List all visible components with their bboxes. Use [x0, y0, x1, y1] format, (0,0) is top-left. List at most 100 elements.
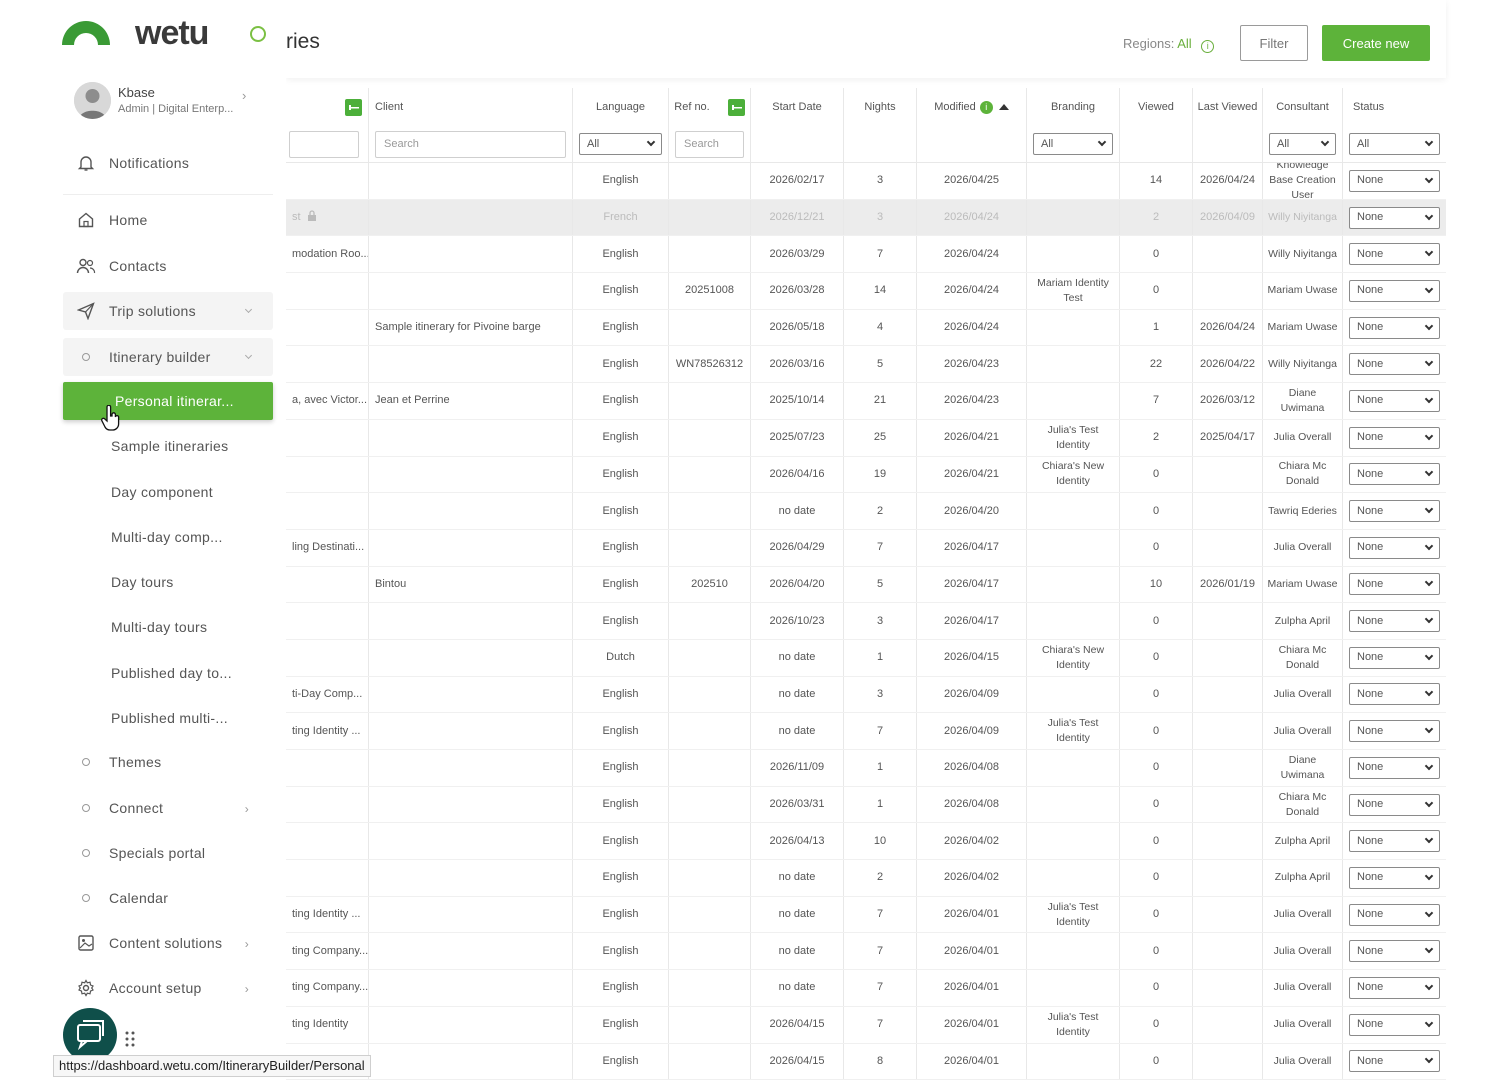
table-row[interactable]: ting Identity English 2026/04/15 7 2026/04/0…	[286, 1006, 1446, 1044]
table-row[interactable]: ting Company... English no date 7 2026/04/01…	[286, 933, 1446, 971]
status-select[interactable]: None	[1349, 426, 1440, 449]
table-row[interactable]: English 2026/02/17 3 2026/04/25 14 2026/04/24…	[286, 163, 1446, 200]
status-select[interactable]: None	[1349, 536, 1440, 559]
nav-personal-itineraries[interactable]: Personal itinerar...	[63, 382, 273, 420]
status-select[interactable]: None	[1349, 573, 1440, 596]
info-icon[interactable]: i	[1201, 40, 1215, 53]
drag-handle-icon[interactable]	[124, 1030, 136, 1048]
table-row[interactable]: ting Company... English no date 7 2026/04/01…	[286, 970, 1446, 1007]
cell-status[interactable]: None	[1342, 639, 1446, 676]
nav-content-solutions[interactable]: Content solutions ›	[63, 924, 273, 962]
cell-status[interactable]: None	[1342, 529, 1446, 566]
status-select[interactable]: None	[1349, 463, 1440, 486]
status-select[interactable]: None	[1349, 389, 1440, 412]
chat-icon[interactable]	[63, 1008, 117, 1062]
status-select[interactable]: None	[1349, 903, 1440, 926]
nav-notifications[interactable]: Notifications	[63, 144, 273, 182]
table-row[interactable]: modation Roo... English 2026/03/29 7 2026/04…	[286, 236, 1446, 274]
nav-home[interactable]: Home	[63, 201, 273, 239]
info-icon[interactable]: i	[979, 100, 993, 114]
status-select[interactable]: None	[1349, 866, 1440, 889]
table-row[interactable]: English 2026/04/15 8 2026/04/01 0 Julia Overa…	[286, 1043, 1446, 1080]
filter-button[interactable]: Filter	[1240, 25, 1308, 61]
status-select[interactable]: None	[1349, 646, 1440, 669]
table-row[interactable]: a, avec Victor... Jean et Perrine English 2…	[286, 383, 1446, 420]
cell-status[interactable]: None	[1342, 493, 1446, 529]
table-row[interactable]: English 2025/07/23 25 2026/04/21 Julia's Tes…	[286, 419, 1446, 457]
cell-status[interactable]: None	[1342, 456, 1446, 493]
table-row[interactable]: Sample itinerary for Pivoine barge Englis…	[286, 309, 1446, 347]
table-row[interactable]: Bintou English 202510 2026/04/20 5 2026/04/17…	[286, 566, 1446, 604]
cell-status[interactable]: None	[1342, 750, 1446, 786]
regions-value[interactable]: All	[1177, 36, 1191, 51]
table-row[interactable]: ti-Day Comp... English no date 3 2026/04/09 0…	[286, 676, 1446, 714]
table-row[interactable]: English 2026/10/23 3 2026/04/17 0 Zulpha Apri…	[286, 603, 1446, 640]
table-row[interactable]: English 20251008 2026/03/28 14 2026/04/24 Mar…	[286, 273, 1446, 310]
regions-selector[interactable]: Regions: All i	[1123, 36, 1215, 53]
cell-status[interactable]: None	[1342, 896, 1446, 933]
nav-multi-day-tours[interactable]: Multi-day tours	[63, 608, 273, 646]
nav-account-setup[interactable]: Account setup ›	[63, 969, 273, 1007]
user-profile[interactable]: Kbase Admin | Digital Enterp... ›	[74, 82, 274, 122]
status-select[interactable]: None	[1349, 756, 1440, 779]
table-row[interactable]: English 2026/04/13 10 2026/04/02 0 Zulpha Apr…	[286, 823, 1446, 861]
cell-status[interactable]: None	[1342, 236, 1446, 273]
cell-status[interactable]: None	[1342, 786, 1446, 823]
nav-themes[interactable]: Themes	[63, 743, 273, 781]
nav-published-multi-day[interactable]: Published multi-...	[63, 699, 273, 737]
status-select[interactable]: None	[1349, 279, 1440, 302]
table-row[interactable]: English no date 2 2026/04/20 0 Tawriq Ederies…	[286, 493, 1446, 530]
table-row[interactable]: English WN78526312 2026/03/16 5 2026/04/23 22…	[286, 346, 1446, 384]
table-row[interactable]: ling Destinati... English 2026/04/29 7 2026/…	[286, 529, 1446, 567]
consultant-filter-select[interactable]: All	[1269, 133, 1336, 155]
cell-status[interactable]: None	[1342, 346, 1446, 383]
nav-connect[interactable]: Connect ›	[63, 789, 273, 827]
cell-status[interactable]: None	[1342, 970, 1446, 1006]
cell-status[interactable]: None	[1342, 676, 1446, 713]
status-select[interactable]: None	[1349, 683, 1440, 706]
cell-status[interactable]: None	[1342, 199, 1446, 236]
nav-day-component[interactable]: Day component	[63, 473, 273, 511]
export-column-icon[interactable]	[727, 98, 745, 116]
nav-itinerary-builder[interactable]: Itinerary builder	[63, 338, 273, 376]
ref-search-input[interactable]: Search	[675, 130, 744, 158]
cell-status[interactable]: None	[1342, 1043, 1446, 1080]
status-select[interactable]: None	[1349, 976, 1440, 999]
status-select[interactable]: None	[1349, 500, 1440, 523]
status-select[interactable]: None	[1349, 1013, 1440, 1036]
create-new-button[interactable]: Create new	[1322, 25, 1430, 61]
status-select[interactable]: None	[1349, 1050, 1440, 1073]
cell-status[interactable]: None	[1342, 566, 1446, 603]
cell-status[interactable]: None	[1342, 860, 1446, 896]
table-row[interactable]: English 2026/11/09 1 2026/04/08 0 Diane Uwima…	[286, 750, 1446, 787]
nav-contacts[interactable]: Contacts	[63, 247, 273, 285]
status-select[interactable]: None	[1349, 720, 1440, 743]
status-select[interactable]: None	[1349, 316, 1440, 339]
status-select[interactable]: None	[1349, 353, 1440, 376]
nav-multi-day-component[interactable]: Multi-day comp...	[63, 518, 273, 556]
cell-status[interactable]: None	[1342, 933, 1446, 970]
cell-status[interactable]: None	[1342, 163, 1446, 199]
table-row[interactable]: ting Identity ... English no date 7 2026/04/…	[286, 896, 1446, 934]
nav-day-tours[interactable]: Day tours	[63, 563, 273, 601]
nav-calendar[interactable]: Calendar	[63, 879, 273, 917]
status-select[interactable]: None	[1349, 830, 1440, 853]
status-select[interactable]: None	[1349, 940, 1440, 963]
status-select[interactable]: None	[1349, 206, 1440, 229]
nav-trip-solutions[interactable]: Trip solutions	[63, 292, 273, 330]
status-select[interactable]: None	[1349, 243, 1440, 266]
cell-status[interactable]: None	[1342, 823, 1446, 860]
name-search-input[interactable]	[289, 130, 359, 158]
cell-status[interactable]: None	[1342, 1006, 1446, 1043]
column-header-modified[interactable]: Modified i	[916, 88, 1026, 126]
export-column-icon[interactable]	[345, 98, 362, 116]
status-select[interactable]: None	[1349, 169, 1440, 192]
table-row[interactable]: ting Identity ... English no date 7 2026/04/…	[286, 713, 1446, 750]
cell-status[interactable]: None	[1342, 713, 1446, 749]
cell-status[interactable]: None	[1342, 419, 1446, 456]
status-select[interactable]: None	[1349, 610, 1440, 633]
cell-status[interactable]: None	[1342, 309, 1446, 346]
cell-status[interactable]: None	[1342, 383, 1446, 419]
table-row[interactable]: English 2026/03/31 1 2026/04/08 0 Chiara Mc D…	[286, 786, 1446, 824]
status-filter-select[interactable]: All	[1349, 133, 1440, 155]
